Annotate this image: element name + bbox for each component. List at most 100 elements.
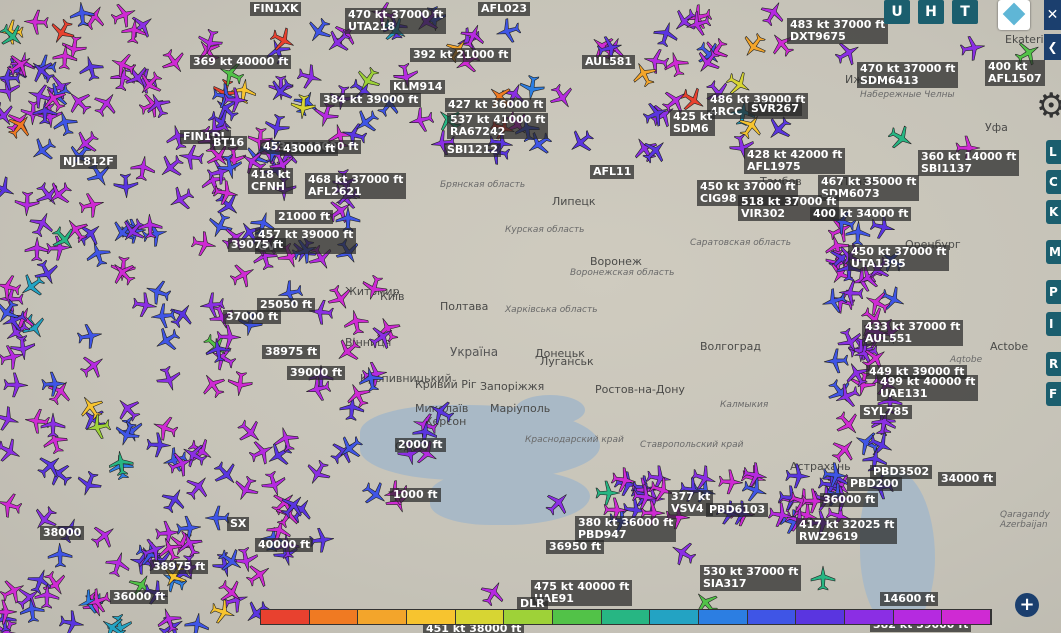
aircraft-icon[interactable] — [784, 463, 811, 489]
aircraft-icon[interactable] — [290, 94, 316, 120]
flight-label[interactable]: 425 kt SDM6 — [670, 110, 716, 136]
aircraft-icon[interactable] — [91, 523, 117, 549]
flight-label[interactable]: BT16 — [210, 136, 248, 150]
aircraft-icon[interactable] — [156, 607, 182, 633]
aircraft-icon[interactable] — [216, 324, 242, 350]
flight-label[interactable]: 360 kt 14000 ft SBI1137 — [918, 150, 1020, 176]
aircraft-icon[interactable] — [741, 32, 767, 59]
aircraft-icon[interactable] — [104, 551, 131, 577]
aircraft-icon[interactable] — [742, 462, 768, 488]
aircraft-icon[interactable] — [137, 213, 163, 239]
aircraft-icon[interactable] — [685, 11, 712, 37]
flight-label[interactable]: 39000 ft — [287, 366, 346, 380]
flight-label[interactable]: 21000 ft — [275, 210, 334, 224]
flight-label[interactable]: 400 kt AFL1507 — [985, 60, 1045, 86]
aircraft-icon[interactable] — [960, 35, 986, 61]
flight-label[interactable]: AFL11 — [590, 165, 635, 179]
aircraft-icon[interactable] — [821, 288, 848, 314]
nav-arrow-icon[interactable]: ❮ — [1044, 34, 1061, 60]
aircraft-icon[interactable] — [197, 28, 224, 55]
flight-label[interactable]: 14600 ft — [880, 592, 939, 606]
flight-label[interactable]: AFL023 — [478, 2, 530, 16]
side-button[interactable]: C — [1046, 170, 1061, 194]
aircraft-icon[interactable] — [199, 292, 225, 318]
flight-label[interactable]: 1000 ft — [390, 488, 441, 502]
aircraft-icon[interactable] — [100, 615, 126, 633]
aircraft-icon[interactable] — [0, 599, 18, 625]
aircraft-icon[interactable] — [670, 540, 696, 566]
aircraft-icon[interactable] — [137, 71, 163, 97]
aircraft-icon[interactable] — [362, 481, 388, 507]
aircraft-icon[interactable] — [14, 191, 40, 217]
aircraft-icon[interactable] — [46, 181, 73, 207]
aircraft-icon[interactable] — [168, 186, 194, 212]
close-icon[interactable]: ✕ — [1044, 0, 1061, 30]
aircraft-icon[interactable] — [154, 327, 181, 353]
flight-label[interactable]: 499 kt 40000 ft UAE131 — [877, 375, 979, 401]
aircraft-icon[interactable] — [642, 138, 668, 164]
flight-label[interactable]: 427 kt 36000 ft — [445, 98, 547, 112]
side-button[interactable]: R — [1046, 352, 1061, 376]
aircraft-icon[interactable] — [245, 562, 272, 588]
flight-label[interactable]: 38000 — [40, 526, 85, 540]
aircraft-icon[interactable] — [218, 579, 244, 605]
flight-map[interactable]: Брянская область Липецк Курская область Вор… — [0, 0, 1061, 633]
aircraft-icon[interactable] — [115, 396, 141, 422]
aircraft-icon[interactable] — [110, 2, 137, 28]
aircraft-icon[interactable] — [110, 52, 136, 79]
aircraft-icon[interactable] — [51, 226, 77, 252]
aircraft-icon[interactable] — [40, 412, 66, 438]
flight-label[interactable]: 36950 ft — [546, 540, 605, 554]
aircraft-icon[interactable] — [864, 290, 890, 316]
aircraft-icon[interactable] — [361, 275, 387, 301]
flight-label[interactable]: SX — [227, 517, 250, 531]
aircraft-icon[interactable] — [7, 113, 33, 140]
aircraft-icon[interactable] — [167, 451, 194, 477]
flight-label[interactable]: 450 kt 37000 ft UTA1395 — [848, 245, 950, 271]
aircraft-icon[interactable] — [835, 411, 861, 437]
flight-label[interactable]: PBD6103 — [706, 503, 769, 517]
flight-label[interactable]: 36000 ft — [110, 590, 169, 604]
aircraft-icon[interactable] — [85, 414, 111, 440]
aircraft-icon[interactable] — [337, 435, 364, 461]
flight-label[interactable]: NJL812F — [60, 155, 117, 169]
flight-label[interactable]: 38975 ft — [150, 560, 209, 574]
aircraft-icon[interactable] — [270, 27, 296, 53]
aircraft-icon[interactable] — [161, 487, 187, 514]
aircraft-icon[interactable] — [345, 382, 371, 409]
aircraft-icon[interactable] — [631, 61, 657, 87]
flight-label[interactable]: 38975 ft — [262, 345, 321, 359]
aircraft-icon[interactable] — [114, 420, 140, 447]
flight-label[interactable]: 37000 ft — [223, 310, 282, 324]
aircraft-icon[interactable] — [47, 542, 73, 568]
aircraft-icon[interactable] — [227, 371, 253, 397]
aircraft-icon[interactable] — [185, 474, 211, 501]
flight-label[interactable]: SYL785 — [860, 405, 912, 419]
aircraft-icon[interactable] — [49, 19, 75, 45]
aircraft-icon[interactable] — [631, 484, 658, 510]
aircraft-icon[interactable] — [41, 86, 67, 113]
aircraft-icon[interactable] — [695, 48, 721, 75]
aircraft-icon[interactable] — [888, 125, 914, 151]
aircraft-icon[interactable] — [0, 492, 23, 518]
aircraft-icon[interactable] — [218, 548, 244, 574]
flight-label[interactable]: 43000 ft — [280, 142, 339, 156]
flight-label[interactable]: 40000 ft — [255, 538, 314, 552]
flight-label[interactable]: 428 kt 42000 ft AFL1975 — [744, 148, 846, 174]
aircraft-icon[interactable] — [0, 274, 22, 300]
flight-label[interactable]: 470 kt 37000 ft SDM6413 — [857, 62, 959, 88]
side-button[interactable]: L — [1046, 140, 1061, 164]
layers-icon[interactable] — [998, 0, 1030, 30]
toolbar-button-t[interactable]: T — [952, 0, 978, 24]
aircraft-icon[interactable] — [831, 437, 857, 463]
aircraft-icon[interactable] — [233, 475, 259, 502]
aircraft-icon[interactable] — [0, 23, 25, 49]
aircraft-icon[interactable] — [0, 438, 22, 464]
aircraft-icon[interactable] — [222, 87, 249, 113]
flight-label[interactable]: PBD200 — [847, 477, 902, 491]
gear-icon[interactable]: ⚙ — [1036, 86, 1061, 126]
side-button[interactable]: K — [1046, 200, 1061, 224]
zoom-in-button[interactable]: + — [1015, 593, 1039, 617]
aircraft-icon[interactable] — [766, 116, 792, 142]
aircraft-icon[interactable] — [156, 365, 182, 392]
